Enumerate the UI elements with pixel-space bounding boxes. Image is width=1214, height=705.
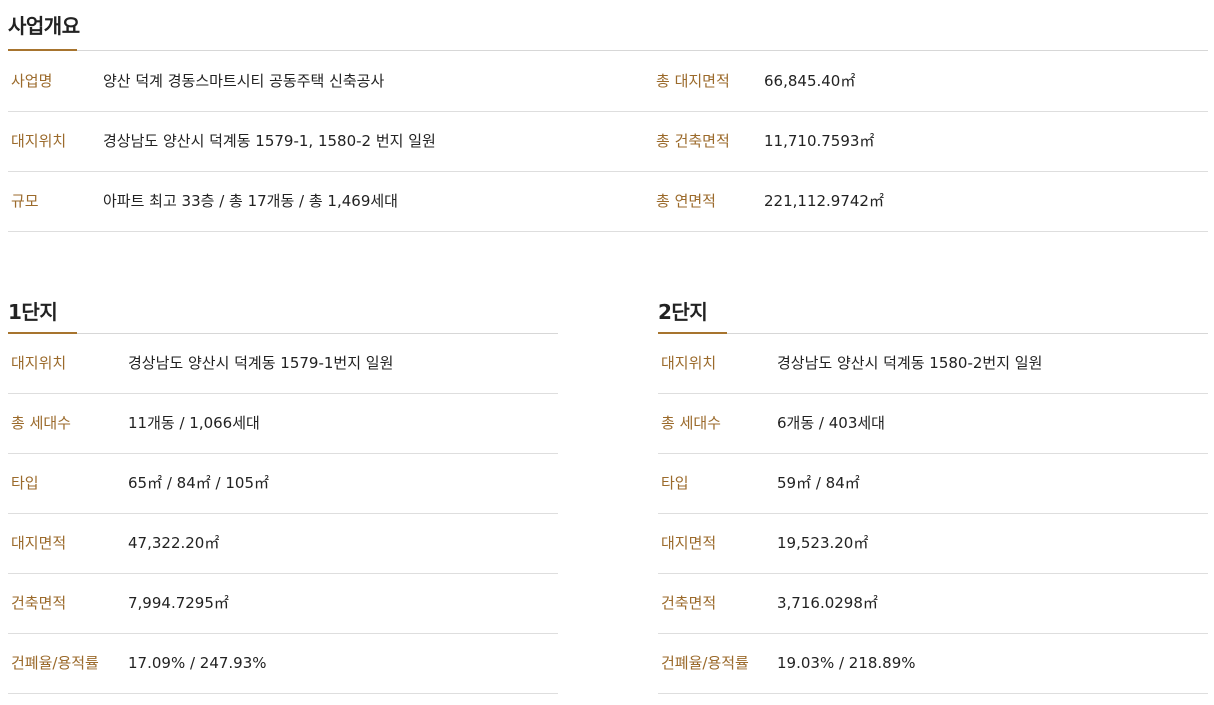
row-value: 19.03% / 218.89% xyxy=(777,654,916,672)
row-value: 11개동 / 1,066세대 xyxy=(128,414,260,432)
overview-row-project-name: 사업명 양산 덕계 경동스마트시티 공동주택 신축공사 xyxy=(8,52,658,112)
row-label: 대지위치 xyxy=(11,132,67,150)
overview-title: 사업개요 xyxy=(8,14,80,38)
row-label: 총 세대수 xyxy=(661,414,721,432)
row-label: 타입 xyxy=(661,474,689,492)
row-label: 총 세대수 xyxy=(11,414,71,432)
row-value: 아파트 최고 33층 / 총 17개동 / 총 1,469세대 xyxy=(103,192,398,210)
row-label: 총 대지면적 xyxy=(656,72,730,90)
row-value: 59㎡ / 84㎡ xyxy=(777,474,860,492)
complex1-row-site-area: 대지면적 47,322.20㎡ xyxy=(8,514,558,574)
row-value: 7,994.7295㎡ xyxy=(128,594,229,612)
row-label: 대지위치 xyxy=(11,354,67,372)
overview-row-total-floor-area: 총 연면적 221,112.9742㎡ xyxy=(653,172,1208,232)
row-value: 11,710.7593㎡ xyxy=(764,132,875,150)
row-value: 19,523.20㎡ xyxy=(777,534,869,552)
row-value: 17.09% / 247.93% xyxy=(128,654,267,672)
overview-row-site-location: 대지위치 경상남도 양산시 덕계동 1579-1, 1580-2 번지 일원 xyxy=(8,112,658,172)
complex2-row-building-area: 건축면적 3,716.0298㎡ xyxy=(658,574,1208,634)
complex1-row-site-location: 대지위치 경상남도 양산시 덕계동 1579-1번지 일원 xyxy=(8,334,558,394)
complex2-row-type: 타입 59㎡ / 84㎡ xyxy=(658,454,1208,514)
complex2-row-site-location: 대지위치 경상남도 양산시 덕계동 1580-2번지 일원 xyxy=(658,334,1208,394)
row-value: 65㎡ / 84㎡ / 105㎡ xyxy=(128,474,269,492)
row-value: 경상남도 양산시 덕계동 1580-2번지 일원 xyxy=(777,354,1043,372)
row-value: 47,322.20㎡ xyxy=(128,534,220,552)
complex2-row-site-area: 대지면적 19,523.20㎡ xyxy=(658,514,1208,574)
row-label: 총 연면적 xyxy=(656,192,716,210)
row-label: 건폐율/용적률 xyxy=(11,654,99,672)
row-label: 사업명 xyxy=(11,72,53,90)
row-label: 대지면적 xyxy=(11,534,67,552)
complex1-row-type: 타입 65㎡ / 84㎡ / 105㎡ xyxy=(8,454,558,514)
row-value: 6개동 / 403세대 xyxy=(777,414,885,432)
row-value: 경상남도 양산시 덕계동 1579-1, 1580-2 번지 일원 xyxy=(103,132,436,150)
complex1-row-coverage-ratio: 건폐율/용적률 17.09% / 247.93% xyxy=(8,634,558,694)
complex2-title: 2단지 xyxy=(658,300,708,324)
complex2-row-coverage-ratio: 건폐율/용적률 19.03% / 218.89% xyxy=(658,634,1208,694)
complex1-row-households: 총 세대수 11개동 / 1,066세대 xyxy=(8,394,558,454)
row-value: 양산 덕계 경동스마트시티 공동주택 신축공사 xyxy=(103,72,385,90)
row-label: 총 건축면적 xyxy=(656,132,730,150)
row-value: 221,112.9742㎡ xyxy=(764,192,884,210)
row-label: 대지위치 xyxy=(661,354,717,372)
row-label: 건축면적 xyxy=(661,594,717,612)
row-value: 3,716.0298㎡ xyxy=(777,594,878,612)
row-label: 규모 xyxy=(11,192,39,210)
complex2-row-households: 총 세대수 6개동 / 403세대 xyxy=(658,394,1208,454)
row-label: 대지면적 xyxy=(661,534,717,552)
complex1-row-building-area: 건축면적 7,994.7295㎡ xyxy=(8,574,558,634)
row-label: 건축면적 xyxy=(11,594,67,612)
overview-row-scale: 규모 아파트 최고 33층 / 총 17개동 / 총 1,469세대 xyxy=(8,172,658,232)
overview-row-total-building-area: 총 건축면적 11,710.7593㎡ xyxy=(653,112,1208,172)
complex1-title: 1단지 xyxy=(8,300,58,324)
row-label: 건폐율/용적률 xyxy=(661,654,749,672)
overview-title-accent xyxy=(8,49,77,51)
overview-row-total-site-area: 총 대지면적 66,845.40㎡ xyxy=(653,52,1208,112)
overview-title-rule xyxy=(8,50,1208,51)
row-label: 타입 xyxy=(11,474,39,492)
row-value: 경상남도 양산시 덕계동 1579-1번지 일원 xyxy=(128,354,394,372)
row-value: 66,845.40㎡ xyxy=(764,72,856,90)
